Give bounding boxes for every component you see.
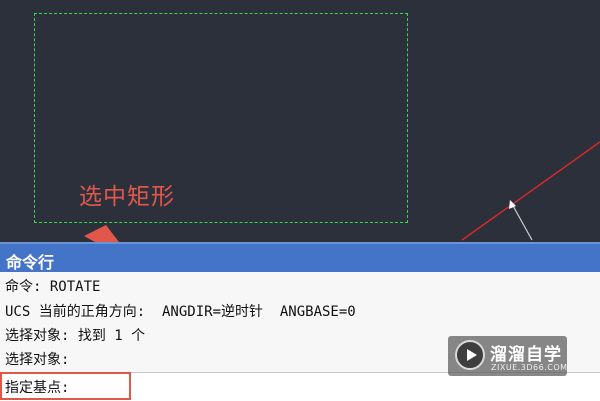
pointer-line <box>511 203 533 241</box>
play-logo-icon <box>455 340 485 370</box>
watermark-url: ZIXUE.3D66.COM <box>491 363 568 372</box>
history-line: 选择对象: 找到 1 个 <box>5 328 146 344</box>
pointer-arrowhead-icon <box>509 200 516 209</box>
command-line-title: 命令行 <box>6 253 55 272</box>
red-construction-line[interactable] <box>461 141 600 241</box>
command-line-titlebar[interactable]: 命令行 <box>0 242 600 272</box>
history-line: 命令: ROTATE <box>5 279 101 295</box>
watermark-name: 溜溜自学 <box>490 345 562 365</box>
history-line: UCS 当前的正角方向: ANGDIR=逆时针 ANGBASE=0 <box>5 304 356 320</box>
history-line: 选择对象: <box>5 352 70 368</box>
watermark: 溜溜自学 ZIXUE.3D66.COM <box>448 336 567 376</box>
prompt-highlight-box <box>0 372 131 400</box>
